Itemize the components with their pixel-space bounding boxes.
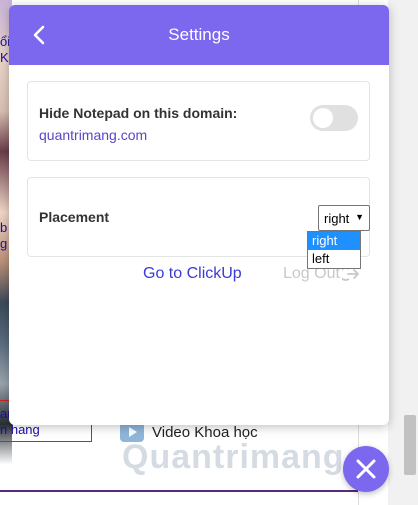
domain-setting-card: Hide Notepad on this domain: quantrimang…: [27, 81, 370, 161]
panel-header: Settings: [9, 5, 389, 65]
watermark: Quantrimang: [122, 438, 345, 476]
placement-option-left[interactable]: left: [308, 250, 360, 268]
placement-label: Placement: [39, 209, 110, 225]
background-divider-line: [0, 490, 358, 492]
chevron-down-icon: ▼: [355, 212, 364, 222]
placement-dropdown: right left: [307, 231, 361, 269]
scrollbar-thumb[interactable]: [404, 415, 416, 475]
placement-selected-value: right: [324, 210, 350, 226]
placement-select[interactable]: right ▼: [318, 205, 370, 231]
hide-notepad-label: Hide Notepad on this domain:: [39, 105, 238, 121]
close-icon: [356, 459, 376, 479]
chevron-left-icon: [33, 25, 45, 45]
domain-name: quantrimang.com: [39, 127, 148, 143]
toggle-knob: [313, 108, 333, 128]
page-scrollbar[interactable]: [388, 0, 418, 505]
page-title: Settings: [168, 25, 230, 44]
placement-option-right[interactable]: right: [308, 232, 360, 250]
settings-panel: Settings Hide Notepad on this domain: qu…: [9, 5, 389, 425]
background-text: g: [0, 236, 8, 251]
go-to-clickup-link[interactable]: Go to ClickUp: [143, 265, 242, 283]
background-text: b: [0, 220, 8, 235]
back-button[interactable]: [27, 21, 51, 49]
hide-notepad-toggle[interactable]: [310, 105, 358, 131]
close-button[interactable]: [343, 446, 389, 492]
